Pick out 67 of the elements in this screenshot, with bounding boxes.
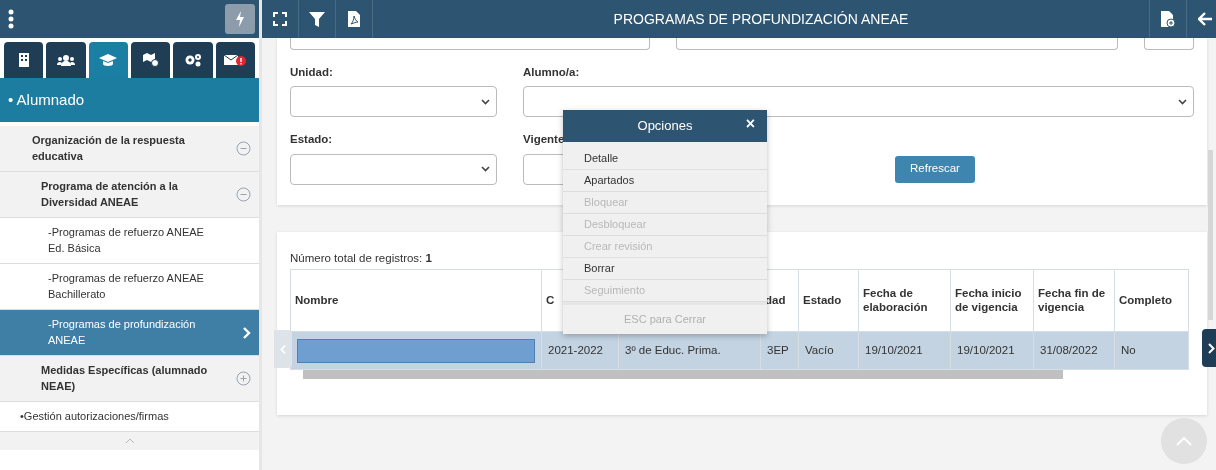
input-field[interactable] bbox=[290, 38, 650, 50]
chevron-left-icon bbox=[280, 343, 286, 355]
building-icon bbox=[17, 53, 30, 67]
gears-icon bbox=[183, 53, 202, 67]
section-header[interactable]: • Alumnado bbox=[0, 78, 259, 122]
select-field[interactable] bbox=[290, 153, 497, 185]
column-header: Estado bbox=[803, 293, 842, 306]
vertical-scrollbar[interactable] bbox=[1208, 150, 1213, 320]
chevron-down-icon bbox=[1178, 98, 1187, 105]
sidebar-tab[interactable] bbox=[173, 42, 213, 78]
collapse-icon[interactable] bbox=[236, 187, 251, 202]
column-header: Fecha de elaboración bbox=[863, 286, 928, 313]
column-header: Completo bbox=[1119, 293, 1173, 306]
chevron-right-icon bbox=[243, 326, 251, 339]
chevron-up-icon bbox=[1176, 436, 1192, 446]
chevron-down-icon bbox=[481, 98, 490, 105]
table-cell: 3º de Educ. Prima. bbox=[625, 344, 721, 357]
tree-item[interactable]: Organización de la respuesta educativa bbox=[0, 126, 259, 172]
tree-item[interactable]: -Programas de profundización ANEAE bbox=[0, 310, 259, 356]
table-cell: Vacío bbox=[805, 344, 834, 357]
chevron-up-icon bbox=[124, 438, 135, 444]
sidebar-tab[interactable] bbox=[46, 42, 86, 78]
mail-alert-icon bbox=[224, 53, 247, 67]
scroll-right-button[interactable] bbox=[1202, 329, 1216, 367]
tree-item[interactable]: Medidas Específicas (alumnado NEAE) bbox=[0, 356, 259, 402]
expand-icon[interactable] bbox=[236, 371, 251, 386]
close-button[interactable]: × bbox=[745, 116, 755, 132]
map-gear-icon bbox=[142, 53, 159, 67]
refresh-button[interactable]: Refrescar bbox=[895, 155, 975, 183]
select-field[interactable] bbox=[290, 86, 497, 118]
column-header: Fecha fin de vigencia bbox=[1038, 286, 1106, 313]
horizontal-scrollbar[interactable] bbox=[303, 370, 1063, 380]
lightning-button[interactable] bbox=[225, 4, 255, 34]
tree-item[interactable]: Programa de atención a la Diversidad ANEAE bbox=[0, 172, 259, 218]
column-header: Nombre bbox=[295, 293, 339, 306]
graduation-cap-icon bbox=[99, 54, 118, 66]
sidebar-tab[interactable] bbox=[4, 42, 44, 78]
chevron-down-icon bbox=[481, 166, 490, 172]
field-label: Unidad: bbox=[290, 65, 334, 80]
table-cell: 2021-2022 bbox=[548, 344, 603, 357]
input-field[interactable] bbox=[1144, 38, 1194, 50]
popup-title: Opciones bbox=[637, 117, 693, 136]
input-field[interactable] bbox=[676, 38, 1118, 50]
field-label: Vigente bbox=[523, 132, 566, 148]
column-header: C bbox=[546, 293, 555, 306]
more-vertical-icon[interactable] bbox=[8, 9, 14, 29]
menu-item[interactable]: Detalle bbox=[563, 148, 767, 170]
table-cell: No bbox=[1121, 344, 1136, 357]
sidebar-tab[interactable] bbox=[131, 42, 171, 78]
menu-item[interactable]: Borrar bbox=[563, 258, 767, 280]
collapse-icon[interactable] bbox=[236, 141, 251, 156]
table-row[interactable]: 2021-2022 3º de Educ. Prima. 3EP Vacío 19/10/2021 19/10/2021 31/08/2022 No bbox=[290, 331, 1189, 370]
lightning-icon bbox=[235, 11, 245, 27]
table-cell: 19/10/2021 bbox=[957, 344, 1015, 357]
column-header: Fecha inicio de vigencia bbox=[955, 286, 1022, 313]
field-label: Estado: bbox=[290, 132, 334, 148]
table-cell: 31/08/2022 bbox=[1040, 344, 1098, 357]
table-cell: 19/10/2021 bbox=[865, 344, 923, 357]
users-icon bbox=[57, 54, 75, 66]
field-label: Alumno/a: bbox=[523, 65, 581, 80]
chevron-right-icon bbox=[1208, 342, 1215, 354]
page-title: PROGRAMAS DE PROFUNDIZACIÓN ANEAE bbox=[612, 9, 910, 29]
menu-item[interactable]: Apartados bbox=[563, 170, 767, 192]
select-field[interactable] bbox=[523, 86, 1194, 118]
popup-hint: ESC para Cerrar bbox=[563, 302, 767, 334]
table-cell: 3EP bbox=[767, 344, 789, 357]
sidebar-tab[interactable] bbox=[215, 42, 255, 78]
